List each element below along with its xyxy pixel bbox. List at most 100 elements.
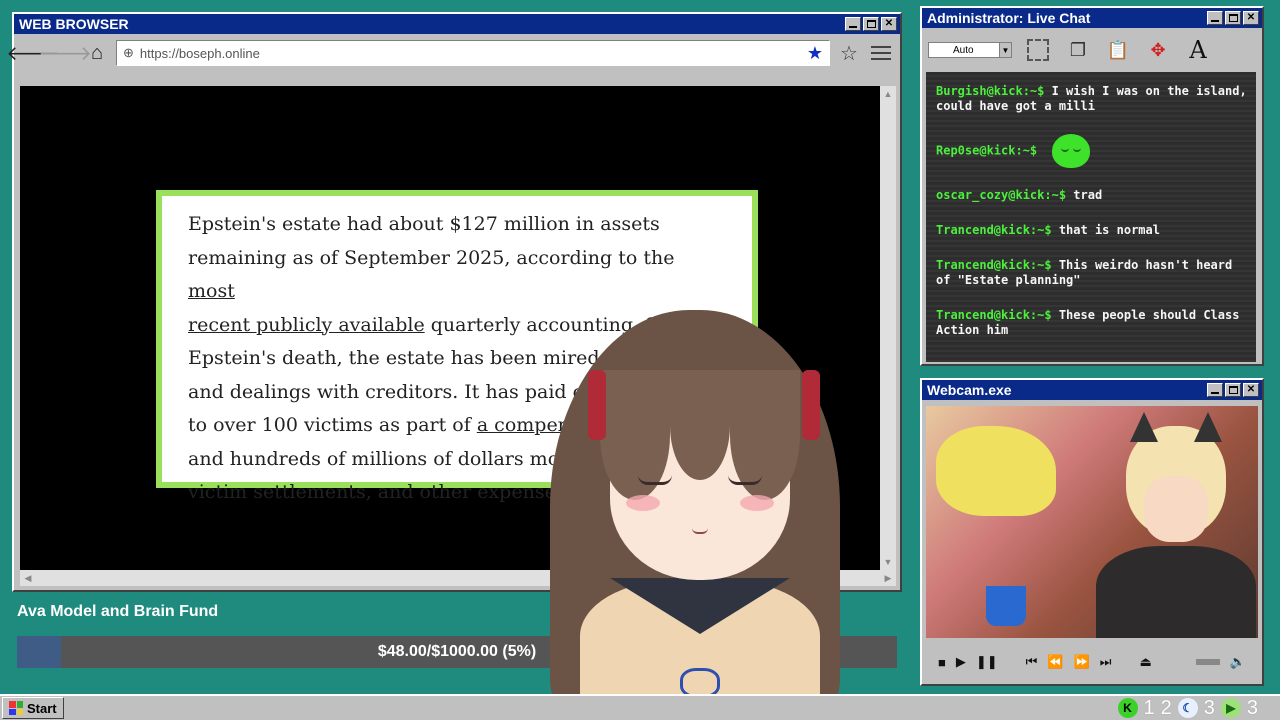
media-controls: ■ ▶ ❚❚ ⏮ ⏪ ⏩ ⏭ ⏏ 🔈 bbox=[926, 644, 1258, 680]
move-icon: ✥ bbox=[1150, 39, 1166, 60]
webcam-background-blanket bbox=[936, 426, 1056, 516]
browser-navbar: 🡐 🡒 ⌂ ⊕ https://boseph.online ★ ☆ bbox=[6, 34, 900, 72]
webcam-titlebar[interactable]: Webcam.exe ✕ bbox=[922, 380, 1262, 400]
minimize-icon bbox=[1211, 20, 1219, 22]
paste-tool[interactable]: 📋 bbox=[1104, 36, 1132, 64]
kick-icon[interactable]: K bbox=[1117, 698, 1138, 718]
chat-username: Rep0se@kick:~$ bbox=[936, 143, 1038, 158]
favorites-button[interactable]: ☆ bbox=[836, 40, 862, 66]
vertical-scrollbar[interactable]: ▲ ▼ bbox=[880, 86, 896, 570]
browser-titlebar[interactable]: WEB BROWSER ✕ bbox=[14, 14, 900, 34]
chat-message: Trancend@kick:~$ These people should Cla… bbox=[936, 308, 1248, 338]
tray-count: 3 bbox=[1203, 696, 1215, 719]
webcam-cup bbox=[986, 586, 1026, 626]
article-link[interactable]: recent publicly available bbox=[188, 314, 425, 336]
pause-icon[interactable]: ❚❚ bbox=[976, 654, 998, 670]
rewind-icon[interactable]: ⏪ bbox=[1047, 654, 1063, 670]
volume-icon[interactable]: 🔈 bbox=[1230, 654, 1246, 670]
article-screenshot: Epstein's estate had about $127 million … bbox=[156, 190, 758, 503]
scroll-left-icon[interactable]: ◀ bbox=[20, 570, 36, 586]
fund-title: Ava Model and Brain Fund bbox=[17, 603, 219, 620]
webcam-character-body bbox=[1096, 546, 1256, 638]
minimize-button[interactable] bbox=[845, 17, 861, 31]
start-label: Start bbox=[27, 700, 57, 716]
chat-message: Rep0se@kick:~$ bbox=[936, 134, 1248, 168]
menu-button[interactable] bbox=[868, 40, 894, 66]
maximize-button[interactable] bbox=[863, 17, 879, 31]
chat-message: Trancend@kick:~$ This weirdo hasn't hear… bbox=[936, 258, 1248, 288]
article-line: and dealings with creditors. It has paid… bbox=[188, 380, 597, 403]
browser-viewport: Epstein's estate had about $127 million … bbox=[20, 86, 880, 570]
chat-username: Trancend@kick:~$ bbox=[936, 308, 1052, 322]
browser-window: WEB BROWSER ✕ 🡐 🡒 ⌂ ⊕ https://boseph.onl… bbox=[6, 12, 902, 592]
moon-icon[interactable]: ☾ bbox=[1177, 698, 1198, 718]
maximize-button[interactable] bbox=[1225, 383, 1241, 397]
chat-window: Administrator: Live Chat ✕ Auto ▼ ❐ 📋 ✥ … bbox=[920, 6, 1264, 366]
move-tool[interactable]: ✥ bbox=[1144, 36, 1172, 64]
scroll-right-icon[interactable]: ▶ bbox=[880, 570, 896, 586]
close-icon: ✕ bbox=[884, 18, 894, 29]
font-tool[interactable]: A bbox=[1184, 36, 1212, 64]
horizontal-scrollbar[interactable]: ◀ ▶ bbox=[20, 570, 896, 586]
chat-titlebar[interactable]: Administrator: Live Chat ✕ bbox=[922, 8, 1262, 28]
close-button[interactable]: ✕ bbox=[1243, 383, 1259, 397]
chat-message: oscar_cozy@kick:~$ trad bbox=[936, 188, 1248, 203]
chat-username: oscar_cozy@kick:~$ bbox=[936, 188, 1067, 202]
maximize-icon bbox=[1228, 386, 1238, 394]
article-line: recent publicly available quarterly acco… bbox=[188, 313, 699, 336]
url-text[interactable]: https://boseph.online bbox=[140, 46, 801, 61]
play-icon[interactable]: ▶ bbox=[1220, 698, 1241, 718]
chat-toolbar: Auto ▼ ❐ 📋 ✥ A bbox=[922, 28, 1262, 72]
chat-text: trad bbox=[1073, 188, 1103, 202]
close-icon: ✕ bbox=[1246, 384, 1256, 395]
article-line: and hundreds of millions of dollars mo bbox=[188, 447, 560, 470]
cat-ear-right bbox=[1194, 412, 1222, 442]
start-button[interactable]: Start bbox=[2, 697, 64, 719]
star-outline-icon: ☆ bbox=[840, 42, 858, 65]
chat-title: Administrator: Live Chat bbox=[927, 10, 1091, 26]
minimize-button[interactable] bbox=[1207, 383, 1223, 397]
skip-forward-icon[interactable]: ⏭ bbox=[1100, 654, 1112, 670]
auto-select-value: Auto bbox=[953, 44, 974, 56]
copy-tool[interactable]: ❐ bbox=[1064, 36, 1092, 64]
tray-count: 2 bbox=[1160, 696, 1172, 719]
chat-message: Trancend@kick:~$ that is normal bbox=[936, 223, 1248, 238]
minimize-button[interactable] bbox=[1207, 11, 1223, 25]
scroll-up-icon[interactable]: ▲ bbox=[880, 86, 896, 102]
chat-message: Burgish@kick:~$ I wish I was on the isla… bbox=[936, 84, 1248, 114]
font-icon: A bbox=[1189, 36, 1207, 64]
article-link[interactable]: most bbox=[188, 280, 235, 302]
webcam-character-face bbox=[1144, 476, 1208, 542]
auto-select[interactable]: Auto ▼ bbox=[928, 42, 1012, 58]
article-link[interactable]: a compens bbox=[477, 414, 580, 436]
fast-forward-icon[interactable]: ⏩ bbox=[1074, 654, 1090, 670]
chat-messages: Burgish@kick:~$ I wish I was on the isla… bbox=[926, 72, 1256, 362]
eject-icon[interactable]: ⏏ bbox=[1139, 654, 1151, 670]
volume-slider[interactable] bbox=[1195, 659, 1220, 665]
webcam-title: Webcam.exe bbox=[927, 382, 1012, 398]
close-button[interactable]: ✕ bbox=[1243, 11, 1259, 25]
scroll-down-icon[interactable]: ▼ bbox=[880, 554, 896, 570]
globe-icon: ⊕ bbox=[123, 45, 134, 60]
hamburger-icon bbox=[871, 46, 891, 60]
close-button[interactable]: ✕ bbox=[881, 17, 897, 31]
chat-username: Trancend@kick:~$ bbox=[936, 258, 1052, 272]
maximize-button[interactable] bbox=[1225, 11, 1241, 25]
select-tool[interactable] bbox=[1024, 36, 1052, 64]
paste-icon: 📋 bbox=[1106, 39, 1130, 60]
bookmark-star-icon[interactable]: ★ bbox=[807, 43, 823, 64]
close-icon: ✕ bbox=[1246, 12, 1256, 23]
play-icon[interactable]: ▶ bbox=[956, 654, 966, 670]
stop-icon[interactable]: ■ bbox=[938, 655, 946, 670]
tray-count: 1 bbox=[1143, 696, 1155, 719]
article-line: to over 100 victims as part of a compens bbox=[188, 414, 580, 436]
windows-logo-icon bbox=[9, 701, 23, 715]
taskbar: Start K 1 2 ☾ 3 ▶ 3 bbox=[0, 694, 1280, 720]
article-line: remaining as of September 2025, accordin… bbox=[188, 246, 675, 303]
chat-username: Burgish@kick:~$ bbox=[936, 84, 1045, 98]
copy-icon: ❐ bbox=[1069, 39, 1087, 60]
skip-back-icon[interactable]: ⏮ bbox=[1026, 654, 1038, 670]
address-bar[interactable]: ⊕ https://boseph.online ★ bbox=[116, 40, 830, 66]
home-button[interactable]: ⌂ bbox=[84, 40, 110, 66]
forward-button[interactable]: 🡒 bbox=[38, 40, 92, 66]
